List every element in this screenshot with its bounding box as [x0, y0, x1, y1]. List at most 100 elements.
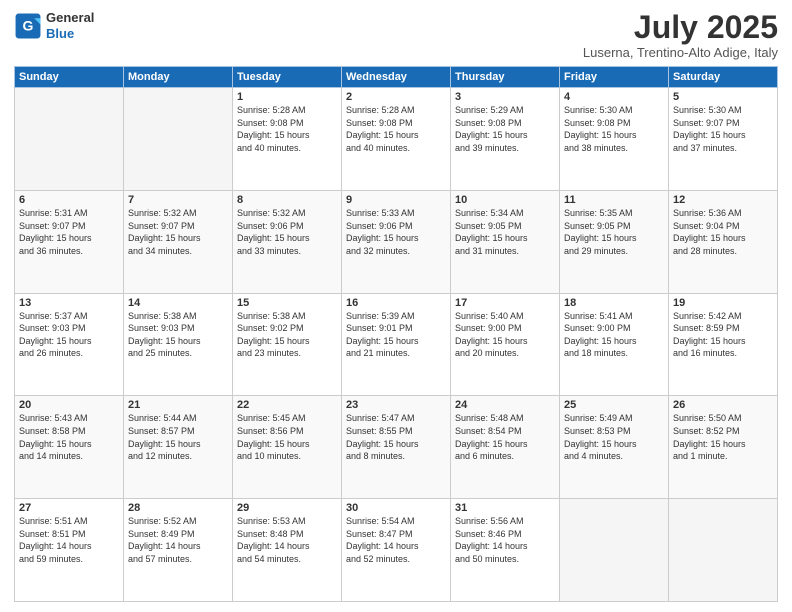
day-info: Sunrise: 5:30 AMSunset: 9:08 PMDaylight:… — [564, 104, 664, 154]
title-block: July 2025 Luserna, Trentino-Alto Adige, … — [583, 10, 778, 60]
table-row: 30Sunrise: 5:54 AMSunset: 8:47 PMDayligh… — [342, 499, 451, 602]
table-row: 25Sunrise: 5:49 AMSunset: 8:53 PMDayligh… — [560, 396, 669, 499]
table-row: 10Sunrise: 5:34 AMSunset: 9:05 PMDayligh… — [451, 190, 560, 293]
day-number: 6 — [19, 194, 119, 206]
day-number: 10 — [455, 194, 555, 206]
day-number: 24 — [455, 399, 555, 411]
svg-text:G: G — [23, 17, 34, 33]
table-row: 23Sunrise: 5:47 AMSunset: 8:55 PMDayligh… — [342, 396, 451, 499]
table-row: 2Sunrise: 5:28 AMSunset: 9:08 PMDaylight… — [342, 88, 451, 191]
day-info: Sunrise: 5:37 AMSunset: 9:03 PMDaylight:… — [19, 310, 119, 360]
day-info: Sunrise: 5:54 AMSunset: 8:47 PMDaylight:… — [346, 515, 446, 565]
day-info: Sunrise: 5:56 AMSunset: 8:46 PMDaylight:… — [455, 515, 555, 565]
table-row: 6Sunrise: 5:31 AMSunset: 9:07 PMDaylight… — [15, 190, 124, 293]
table-row: 22Sunrise: 5:45 AMSunset: 8:56 PMDayligh… — [233, 396, 342, 499]
table-row: 26Sunrise: 5:50 AMSunset: 8:52 PMDayligh… — [669, 396, 778, 499]
table-row: 24Sunrise: 5:48 AMSunset: 8:54 PMDayligh… — [451, 396, 560, 499]
table-row: 1Sunrise: 5:28 AMSunset: 9:08 PMDaylight… — [233, 88, 342, 191]
day-info: Sunrise: 5:47 AMSunset: 8:55 PMDaylight:… — [346, 412, 446, 462]
table-row: 5Sunrise: 5:30 AMSunset: 9:07 PMDaylight… — [669, 88, 778, 191]
calendar-week-row: 1Sunrise: 5:28 AMSunset: 9:08 PMDaylight… — [15, 88, 778, 191]
table-row: 29Sunrise: 5:53 AMSunset: 8:48 PMDayligh… — [233, 499, 342, 602]
day-number: 16 — [346, 297, 446, 309]
day-info: Sunrise: 5:29 AMSunset: 9:08 PMDaylight:… — [455, 104, 555, 154]
day-info: Sunrise: 5:28 AMSunset: 9:08 PMDaylight:… — [237, 104, 337, 154]
day-number: 8 — [237, 194, 337, 206]
table-row: 8Sunrise: 5:32 AMSunset: 9:06 PMDaylight… — [233, 190, 342, 293]
table-row: 15Sunrise: 5:38 AMSunset: 9:02 PMDayligh… — [233, 293, 342, 396]
day-info: Sunrise: 5:28 AMSunset: 9:08 PMDaylight:… — [346, 104, 446, 154]
day-info: Sunrise: 5:43 AMSunset: 8:58 PMDaylight:… — [19, 412, 119, 462]
table-row — [560, 499, 669, 602]
day-number: 2 — [346, 91, 446, 103]
table-row: 13Sunrise: 5:37 AMSunset: 9:03 PMDayligh… — [15, 293, 124, 396]
day-number: 23 — [346, 399, 446, 411]
col-saturday: Saturday — [669, 67, 778, 88]
day-info: Sunrise: 5:52 AMSunset: 8:49 PMDaylight:… — [128, 515, 228, 565]
day-info: Sunrise: 5:49 AMSunset: 8:53 PMDaylight:… — [564, 412, 664, 462]
day-number: 9 — [346, 194, 446, 206]
day-number: 4 — [564, 91, 664, 103]
day-info: Sunrise: 5:38 AMSunset: 9:02 PMDaylight:… — [237, 310, 337, 360]
day-info: Sunrise: 5:31 AMSunset: 9:07 PMDaylight:… — [19, 207, 119, 257]
day-number: 31 — [455, 502, 555, 514]
day-number: 18 — [564, 297, 664, 309]
table-row: 19Sunrise: 5:42 AMSunset: 8:59 PMDayligh… — [669, 293, 778, 396]
table-row: 3Sunrise: 5:29 AMSunset: 9:08 PMDaylight… — [451, 88, 560, 191]
day-number: 17 — [455, 297, 555, 309]
day-number: 25 — [564, 399, 664, 411]
calendar-week-row: 13Sunrise: 5:37 AMSunset: 9:03 PMDayligh… — [15, 293, 778, 396]
day-info: Sunrise: 5:53 AMSunset: 8:48 PMDaylight:… — [237, 515, 337, 565]
header: G General Blue July 2025 Luserna, Trenti… — [14, 10, 778, 60]
day-number: 21 — [128, 399, 228, 411]
calendar-week-row: 6Sunrise: 5:31 AMSunset: 9:07 PMDaylight… — [15, 190, 778, 293]
title-month: July 2025 — [583, 10, 778, 45]
col-monday: Monday — [124, 67, 233, 88]
day-number: 3 — [455, 91, 555, 103]
day-number: 1 — [237, 91, 337, 103]
table-row: 12Sunrise: 5:36 AMSunset: 9:04 PMDayligh… — [669, 190, 778, 293]
table-row — [124, 88, 233, 191]
table-row: 14Sunrise: 5:38 AMSunset: 9:03 PMDayligh… — [124, 293, 233, 396]
day-info: Sunrise: 5:33 AMSunset: 9:06 PMDaylight:… — [346, 207, 446, 257]
table-row: 11Sunrise: 5:35 AMSunset: 9:05 PMDayligh… — [560, 190, 669, 293]
calendar-header-row: Sunday Monday Tuesday Wednesday Thursday… — [15, 67, 778, 88]
table-row: 21Sunrise: 5:44 AMSunset: 8:57 PMDayligh… — [124, 396, 233, 499]
col-thursday: Thursday — [451, 67, 560, 88]
day-number: 5 — [673, 91, 773, 103]
table-row: 28Sunrise: 5:52 AMSunset: 8:49 PMDayligh… — [124, 499, 233, 602]
day-number: 20 — [19, 399, 119, 411]
col-sunday: Sunday — [15, 67, 124, 88]
day-number: 19 — [673, 297, 773, 309]
day-number: 14 — [128, 297, 228, 309]
logo-icon: G — [14, 12, 42, 40]
calendar-week-row: 27Sunrise: 5:51 AMSunset: 8:51 PMDayligh… — [15, 499, 778, 602]
day-number: 13 — [19, 297, 119, 309]
day-info: Sunrise: 5:30 AMSunset: 9:07 PMDaylight:… — [673, 104, 773, 154]
day-info: Sunrise: 5:51 AMSunset: 8:51 PMDaylight:… — [19, 515, 119, 565]
day-number: 26 — [673, 399, 773, 411]
table-row: 9Sunrise: 5:33 AMSunset: 9:06 PMDaylight… — [342, 190, 451, 293]
day-number: 7 — [128, 194, 228, 206]
day-info: Sunrise: 5:42 AMSunset: 8:59 PMDaylight:… — [673, 310, 773, 360]
calendar-table: Sunday Monday Tuesday Wednesday Thursday… — [14, 66, 778, 602]
logo-line2: Blue — [46, 26, 74, 41]
table-row: 16Sunrise: 5:39 AMSunset: 9:01 PMDayligh… — [342, 293, 451, 396]
table-row: 31Sunrise: 5:56 AMSunset: 8:46 PMDayligh… — [451, 499, 560, 602]
day-info: Sunrise: 5:39 AMSunset: 9:01 PMDaylight:… — [346, 310, 446, 360]
col-wednesday: Wednesday — [342, 67, 451, 88]
day-number: 28 — [128, 502, 228, 514]
table-row: 27Sunrise: 5:51 AMSunset: 8:51 PMDayligh… — [15, 499, 124, 602]
table-row: 18Sunrise: 5:41 AMSunset: 9:00 PMDayligh… — [560, 293, 669, 396]
logo-text: General Blue — [46, 10, 94, 41]
col-tuesday: Tuesday — [233, 67, 342, 88]
table-row: 7Sunrise: 5:32 AMSunset: 9:07 PMDaylight… — [124, 190, 233, 293]
table-row — [15, 88, 124, 191]
day-info: Sunrise: 5:32 AMSunset: 9:06 PMDaylight:… — [237, 207, 337, 257]
day-info: Sunrise: 5:40 AMSunset: 9:00 PMDaylight:… — [455, 310, 555, 360]
calendar-week-row: 20Sunrise: 5:43 AMSunset: 8:58 PMDayligh… — [15, 396, 778, 499]
col-friday: Friday — [560, 67, 669, 88]
table-row: 4Sunrise: 5:30 AMSunset: 9:08 PMDaylight… — [560, 88, 669, 191]
logo: G General Blue — [14, 10, 94, 41]
day-info: Sunrise: 5:34 AMSunset: 9:05 PMDaylight:… — [455, 207, 555, 257]
